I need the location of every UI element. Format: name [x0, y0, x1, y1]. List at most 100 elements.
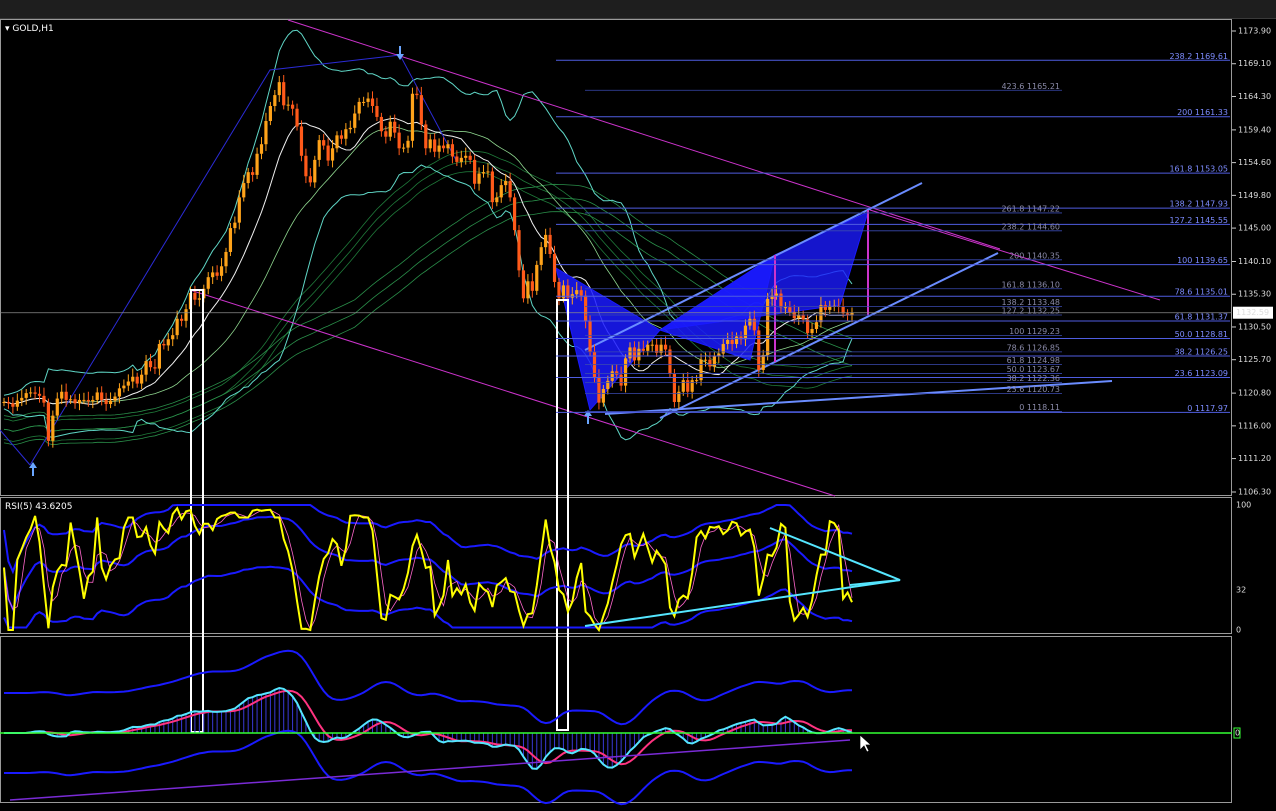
fib-level-label: 200 1161.33 [1177, 108, 1228, 117]
oscillator-upper-band [4, 649, 852, 726]
candle-body [286, 104, 290, 106]
candle-body [282, 82, 286, 106]
candle-body [481, 172, 486, 174]
candle-body [473, 159, 477, 184]
candle-body [428, 139, 432, 149]
candle-body [757, 330, 761, 370]
candle-body [459, 157, 463, 162]
candle-body [495, 197, 499, 203]
candle-body [548, 234, 552, 254]
candle-body [415, 93, 419, 96]
candle-body [748, 318, 752, 326]
fib-level-label: 238.2 1169.61 [1169, 52, 1228, 61]
candle-body [526, 281, 530, 299]
harmonic-pattern-shape [659, 211, 869, 331]
candle-body [33, 392, 37, 394]
fib-inner-label: 423.6 1165.21 [1001, 82, 1060, 91]
candle-body [304, 155, 308, 177]
candle-body [490, 171, 494, 203]
highlight-box [556, 299, 569, 731]
candle-body [237, 197, 241, 223]
zigzag-line [29, 54, 457, 466]
candle-body [308, 176, 312, 183]
price-tick-label: 1106.30 [1238, 488, 1271, 497]
fib-level-label: 100 1139.65 [1177, 256, 1228, 265]
fib-inner-label: 0 1118.11 [1019, 403, 1060, 412]
candle-body [113, 396, 117, 401]
candle-body [11, 403, 15, 407]
zero-marker-label: 0 [1235, 729, 1240, 738]
candle-body [410, 93, 415, 141]
price-tick-label: 1125.70 [1238, 355, 1271, 364]
candle-body [468, 155, 472, 160]
candle-body [273, 95, 277, 107]
current-price-label: 1132.59 [1236, 308, 1269, 317]
candle-body [179, 318, 184, 321]
fib-level-label: 61.8 1131.37 [1175, 313, 1228, 322]
fib-inner-label: 23.6 1120.73 [1007, 385, 1060, 394]
chart-window: ▾ GOLD,H1 RSI(5) 43.6205 238.2 1169.61 20… [0, 0, 1276, 811]
candle-body [761, 354, 765, 370]
candle-body [215, 272, 219, 276]
candle-body [814, 322, 819, 330]
candle-body [317, 140, 321, 160]
fib-level-label: 38.2 1126.25 [1175, 347, 1228, 356]
candle-body [357, 101, 361, 114]
fib-level-label: 161.8 1153.05 [1169, 165, 1228, 174]
price-tick-label: 1173.90 [1238, 27, 1271, 36]
candle-body [788, 307, 792, 312]
candle-body [313, 159, 317, 183]
candle-body [637, 348, 641, 361]
candle-body [783, 307, 788, 309]
candle-body [734, 336, 739, 345]
candle-body [295, 108, 299, 127]
price-tick-label: 1120.80 [1238, 389, 1271, 398]
oscillator-layer [0, 649, 1232, 806]
oscillator-main-line [4, 686, 853, 770]
candle-body [108, 400, 113, 405]
price-tick-label: 1135.30 [1238, 290, 1271, 299]
candle-body [486, 171, 490, 173]
price-tick-label: 1169.10 [1238, 59, 1271, 68]
candle-body [68, 399, 73, 401]
candle-body [353, 113, 357, 128]
price-tick-label: 1116.00 [1238, 421, 1271, 430]
candle-body [433, 139, 437, 152]
candle-body [242, 183, 246, 198]
candle-body [73, 399, 77, 404]
candle-body [730, 339, 734, 345]
candle-body [521, 270, 526, 299]
candle-body [646, 344, 650, 351]
fib-level-label: 127.2 1145.55 [1169, 216, 1228, 225]
fractal-arrow-icon [584, 410, 592, 416]
candle-body [362, 101, 366, 103]
candle-body [64, 391, 68, 400]
rsi-triangle-top [769, 527, 901, 586]
rsi-layer [3, 504, 901, 633]
fib-level-label: 23.6 1123.09 [1175, 369, 1228, 378]
candle-body [401, 147, 406, 149]
candle-body [695, 380, 699, 382]
candle-body [512, 197, 517, 231]
candle-body [148, 361, 153, 368]
candle-body [135, 376, 139, 384]
price-tick-label: 1159.40 [1238, 125, 1271, 134]
candle-body [20, 397, 24, 401]
candle-body [86, 399, 90, 402]
candle-body [588, 321, 592, 352]
candle-body [508, 181, 512, 198]
candle-body [752, 318, 756, 331]
candle-body [219, 266, 224, 276]
chart-canvas: 238.2 1169.61 200 1161.33 161.8 1153.05 138… [0, 19, 1273, 806]
candle-body [77, 399, 82, 404]
candle-body [450, 144, 455, 157]
candle-body [708, 359, 712, 367]
rsi-band-middle [3, 515, 853, 612]
fib-inner-label: 238.2 1144.60 [1001, 222, 1060, 231]
candle-body [100, 392, 104, 400]
candle-body [37, 393, 42, 396]
candle-body [601, 389, 605, 403]
candle-body [224, 251, 228, 267]
candle-body [779, 293, 783, 308]
candle-body [579, 290, 583, 296]
